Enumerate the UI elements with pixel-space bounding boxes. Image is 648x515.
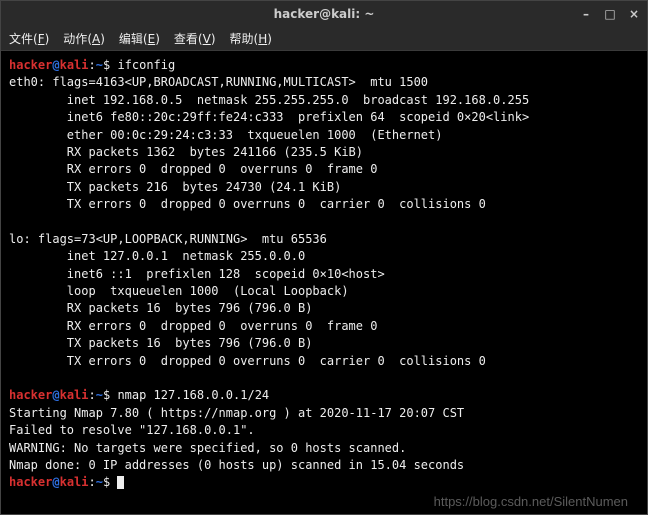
- minimize-button[interactable]: –: [579, 7, 593, 21]
- out-lo-rxe: RX errors 0 dropped 0 overruns 0 frame 0: [9, 319, 377, 333]
- out-lo-inet: inet 127.0.0.1 netmask 255.0.0.0: [9, 249, 305, 263]
- out-lo-txp: TX packets 16 bytes 796 (796.0 B): [9, 336, 312, 350]
- command-1: ifconfig: [117, 58, 175, 72]
- window-controls: – □ ×: [579, 7, 641, 21]
- close-button[interactable]: ×: [627, 7, 641, 21]
- titlebar: hacker@kali: ~ – □ ×: [1, 1, 647, 27]
- menu-view[interactable]: 查看(V): [174, 30, 216, 47]
- terminal-window: hacker@kali: ~ – □ × 文件(F) 动作(A) 编辑(E) 查…: [0, 0, 648, 515]
- menu-help[interactable]: 帮助(H): [230, 30, 272, 47]
- out-lo-inet6: inet6 ::1 prefixlen 128 scopeid 0×10<hos…: [9, 267, 385, 281]
- terminal-output[interactable]: hacker@kali:~$ ifconfig eth0: flags=4163…: [1, 51, 647, 514]
- prompt-user: hacker: [9, 58, 52, 72]
- prompt-host: kali: [60, 58, 89, 72]
- prompt-host: kali: [60, 475, 89, 489]
- out-lo-loop: loop txqueuelen 1000 (Local Loopback): [9, 284, 349, 298]
- maximize-button[interactable]: □: [603, 7, 617, 21]
- out-lo-txe: TX errors 0 dropped 0 overruns 0 carrier…: [9, 354, 486, 368]
- out-eth0-inet6: inet6 fe80::20c:29ff:fe24:c333 prefixlen…: [9, 110, 529, 124]
- prompt-host: kali: [60, 388, 89, 402]
- prompt-path: ~: [96, 475, 103, 489]
- window-title: hacker@kali: ~: [1, 7, 647, 21]
- out-nmap1: Starting Nmap 7.80 ( https://nmap.org ) …: [9, 406, 464, 420]
- menu-action[interactable]: 动作(A): [63, 30, 105, 47]
- prompt-sep: :: [89, 58, 96, 72]
- prompt-at: @: [52, 475, 59, 489]
- out-eth0-rxe: RX errors 0 dropped 0 overruns 0 frame 0: [9, 162, 377, 176]
- menubar: 文件(F) 动作(A) 编辑(E) 查看(V) 帮助(H): [1, 27, 647, 51]
- out-eth0-header: eth0: flags=4163<UP,BROADCAST,RUNNING,MU…: [9, 75, 428, 89]
- out-eth0-ether: ether 00:0c:29:24:c3:33 txqueuelen 1000 …: [9, 128, 442, 142]
- out-lo-header: lo: flags=73<UP,LOOPBACK,RUNNING> mtu 65…: [9, 232, 327, 246]
- out-eth0-txp: TX packets 216 bytes 24730 (24.1 KiB): [9, 180, 341, 194]
- prompt-at: @: [52, 388, 59, 402]
- command-2: nmap 127.168.0.0.1/24: [117, 388, 269, 402]
- out-eth0-txe: TX errors 0 dropped 0 overruns 0 carrier…: [9, 197, 486, 211]
- out-nmap4: Nmap done: 0 IP addresses (0 hosts up) s…: [9, 458, 464, 472]
- menu-edit[interactable]: 编辑(E): [119, 30, 160, 47]
- prompt-path: ~: [96, 58, 103, 72]
- prompt-user: hacker: [9, 388, 52, 402]
- out-nmap2: Failed to resolve "127.168.0.0.1".: [9, 423, 255, 437]
- prompt-user: hacker: [9, 475, 52, 489]
- cursor: [117, 476, 124, 489]
- prompt-at: @: [52, 58, 59, 72]
- menu-file[interactable]: 文件(F): [9, 30, 49, 47]
- prompt-path: ~: [96, 388, 103, 402]
- out-eth0-inet: inet 192.168.0.5 netmask 255.255.255.0 b…: [9, 93, 529, 107]
- out-lo-rxp: RX packets 16 bytes 796 (796.0 B): [9, 301, 312, 315]
- out-eth0-rxp: RX packets 1362 bytes 241166 (235.5 KiB): [9, 145, 363, 159]
- out-nmap3: WARNING: No targets were specified, so 0…: [9, 441, 406, 455]
